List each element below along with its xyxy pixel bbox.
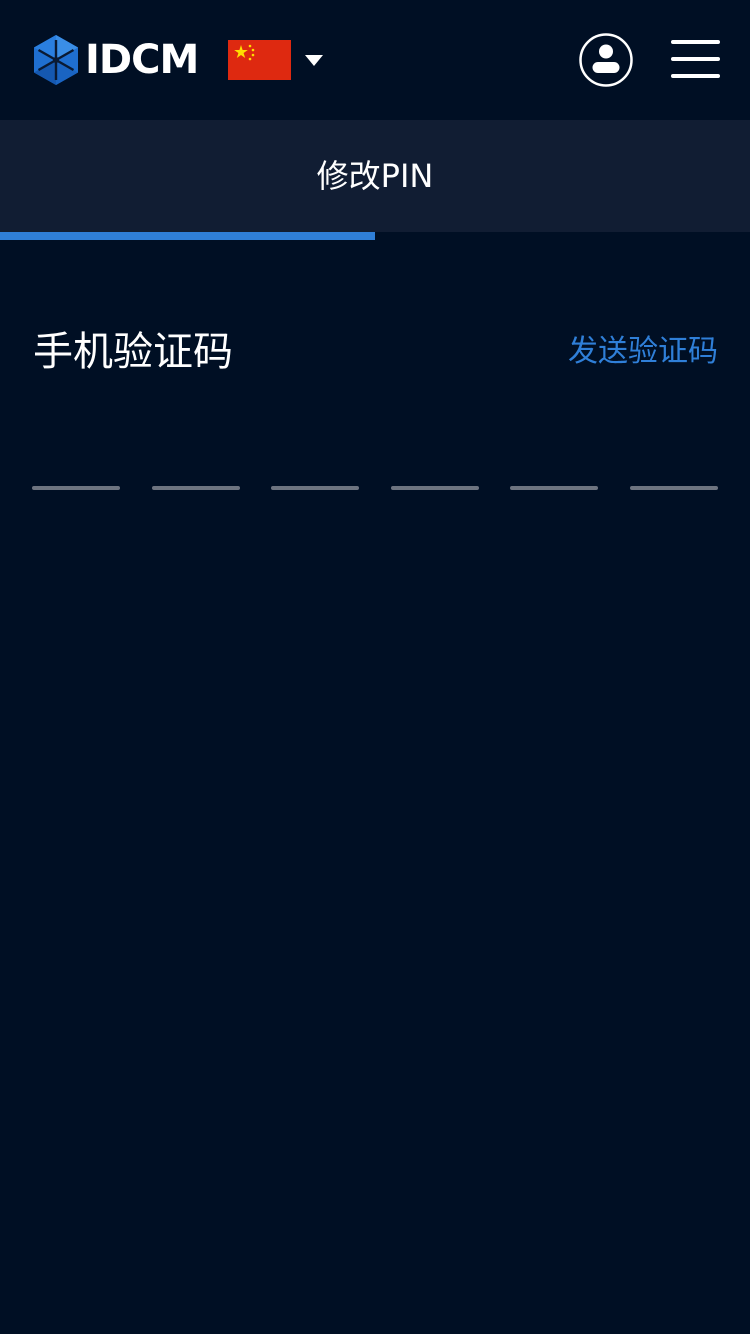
- language-selector[interactable]: [228, 40, 323, 80]
- code-digit-underline: [152, 486, 240, 490]
- page-tab-bar: 修改PIN: [0, 120, 750, 232]
- code-digit-underline: [32, 486, 120, 490]
- code-digit-underline: [630, 486, 718, 490]
- send-code-button[interactable]: 发送验证码: [568, 330, 718, 374]
- hamburger-menu-icon-bar-middle: [671, 57, 720, 61]
- user-account-button[interactable]: [579, 33, 633, 87]
- code-digit-slot[interactable]: [152, 430, 240, 490]
- top-header: IDCM: [0, 0, 750, 120]
- code-digit-slot[interactable]: [32, 430, 120, 490]
- code-digit-underline: [391, 486, 479, 490]
- code-digit-slot[interactable]: [630, 430, 718, 490]
- sms-code-input[interactable]: [32, 430, 718, 500]
- hamburger-menu-icon-bar-top: [671, 40, 720, 44]
- idcm-logo-icon: [34, 35, 78, 85]
- logo-text: IDCM: [85, 37, 199, 83]
- hamburger-menu-icon-bar-bottom: [671, 74, 720, 78]
- user-account-icon: [579, 33, 633, 87]
- code-digit-underline: [271, 486, 359, 490]
- page-title: 修改PIN: [316, 157, 434, 195]
- step-progress-fill: [0, 232, 375, 240]
- hamburger-menu-button[interactable]: [671, 40, 721, 80]
- code-digit-slot[interactable]: [271, 430, 359, 490]
- code-digit-slot[interactable]: [391, 430, 479, 490]
- caret-down-icon: [305, 54, 323, 66]
- idcm-logo[interactable]: IDCM: [33, 34, 199, 86]
- china-flag-icon: [228, 40, 291, 80]
- code-digit-underline: [510, 486, 598, 490]
- code-digit-slot[interactable]: [510, 430, 598, 490]
- sms-code-label: 手机验证码: [33, 329, 233, 375]
- step-progress-bar: [0, 232, 750, 240]
- pin-change-page: IDCM 修改PIN 手机验证码 发送验证码: [0, 0, 750, 1334]
